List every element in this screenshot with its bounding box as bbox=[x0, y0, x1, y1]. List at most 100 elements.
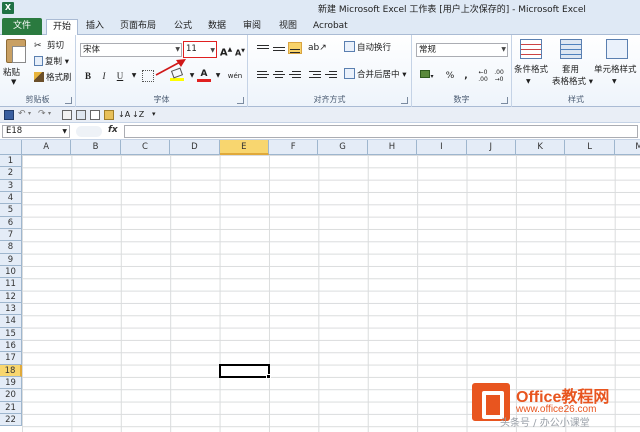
row-header[interactable]: 11 bbox=[0, 278, 22, 291]
paste-icon[interactable] bbox=[6, 39, 26, 63]
font-color-button[interactable]: A bbox=[197, 67, 211, 82]
column-header[interactable]: M bbox=[614, 140, 640, 155]
row-header[interactable]: 2 bbox=[0, 167, 22, 180]
copy-button[interactable]: 复制 ▾ bbox=[34, 55, 69, 69]
open-folder-icon[interactable] bbox=[104, 110, 114, 120]
cut-button[interactable]: ✂ 剪切 bbox=[34, 39, 64, 53]
paste-button[interactable]: 粘贴 bbox=[3, 66, 20, 78]
conditional-format-button[interactable]: 条件格式 bbox=[514, 63, 548, 77]
increase-indent-icon[interactable] bbox=[324, 69, 338, 81]
dialog-launcher-icon[interactable] bbox=[237, 97, 244, 104]
print-icon[interactable] bbox=[76, 110, 86, 120]
chevron-down-icon[interactable]: ▼ bbox=[11, 78, 16, 86]
row-header[interactable]: 6 bbox=[0, 216, 22, 229]
tab-review[interactable]: 审阅 bbox=[237, 19, 267, 35]
conditional-format-icon[interactable] bbox=[520, 39, 542, 59]
row-header[interactable]: 8 bbox=[0, 241, 22, 254]
tab-data[interactable]: 数据 bbox=[202, 19, 232, 35]
formula-input[interactable] bbox=[124, 125, 638, 138]
format-painter-button[interactable]: 格式刷 bbox=[34, 71, 72, 85]
increase-decimal-icon[interactable]: ←0.00 bbox=[476, 69, 490, 83]
italic-button[interactable]: I bbox=[97, 69, 111, 83]
percent-button[interactable]: % bbox=[443, 69, 457, 83]
sort-descending-icon[interactable]: ↓Z bbox=[132, 110, 144, 120]
row-header[interactable]: 9 bbox=[0, 253, 22, 266]
row-header[interactable]: 7 bbox=[0, 228, 22, 242]
fill-handle[interactable] bbox=[266, 373, 271, 379]
column-header[interactable]: I bbox=[417, 140, 467, 155]
tab-view[interactable]: 视图 bbox=[273, 19, 303, 35]
shrink-font-button[interactable]: A▼ bbox=[233, 44, 247, 58]
undo-icon[interactable]: ↶ bbox=[18, 110, 28, 120]
cell-styles-icon[interactable] bbox=[606, 39, 628, 59]
column-header[interactable]: H bbox=[367, 140, 418, 155]
chevron-down-icon[interactable]: ▼ bbox=[127, 69, 141, 83]
align-left-icon[interactable] bbox=[256, 69, 270, 81]
row-header[interactable]: 15 bbox=[0, 327, 22, 340]
excel-app-icon[interactable]: X bbox=[2, 2, 14, 14]
row-header[interactable]: 16 bbox=[0, 339, 22, 353]
column-header[interactable]: D bbox=[170, 140, 220, 155]
column-header[interactable]: F bbox=[269, 140, 319, 155]
chevron-down-icon[interactable]: ▾ bbox=[28, 110, 38, 120]
chevron-down-icon[interactable]: ▼ bbox=[612, 75, 617, 89]
tab-acrobat[interactable]: Acrobat bbox=[307, 19, 354, 35]
tab-page-layout[interactable]: 页面布局 bbox=[114, 19, 162, 35]
row-header[interactable]: 13 bbox=[0, 302, 22, 316]
align-top-icon[interactable] bbox=[256, 43, 270, 55]
sort-ascending-icon[interactable]: ↓A bbox=[118, 110, 130, 120]
row-header[interactable]: 20 bbox=[0, 389, 22, 402]
row-header[interactable]: 4 bbox=[0, 191, 22, 205]
row-header[interactable]: 1 bbox=[0, 155, 22, 168]
tab-file[interactable]: 文件 bbox=[2, 18, 42, 35]
comma-button[interactable]: , bbox=[459, 69, 473, 83]
column-header[interactable]: K bbox=[516, 140, 566, 155]
phonetic-button[interactable]: wén bbox=[226, 69, 244, 83]
chevron-down-icon[interactable]: ▼ bbox=[526, 75, 531, 89]
grow-font-button[interactable]: A▲ bbox=[219, 43, 233, 58]
dialog-launcher-icon[interactable] bbox=[401, 97, 408, 104]
column-header[interactable]: L bbox=[565, 140, 615, 155]
redo-icon[interactable]: ↷ bbox=[38, 110, 48, 120]
row-header[interactable]: 12 bbox=[0, 290, 22, 303]
insert-function-button[interactable]: fx bbox=[108, 125, 118, 135]
row-header[interactable]: 3 bbox=[0, 179, 22, 192]
row-header[interactable]: 5 bbox=[0, 204, 22, 217]
merge-center-button[interactable]: 合并后居中 ▾ bbox=[344, 68, 406, 82]
align-center-icon[interactable] bbox=[272, 69, 286, 81]
row-header[interactable]: 18 bbox=[0, 364, 22, 377]
tab-insert[interactable]: 插入 bbox=[80, 19, 110, 35]
tab-formulas[interactable]: 公式 bbox=[168, 19, 198, 35]
column-header[interactable]: B bbox=[71, 140, 121, 155]
currency-button[interactable]: ▾ bbox=[418, 69, 436, 83]
number-format-combo[interactable]: 常规 ▼ bbox=[416, 43, 508, 57]
column-header[interactable]: C bbox=[120, 140, 171, 155]
tab-home[interactable]: 开始 bbox=[46, 19, 79, 36]
save-icon[interactable] bbox=[4, 110, 14, 120]
align-right-icon[interactable] bbox=[288, 69, 302, 81]
underline-button[interactable]: U bbox=[113, 69, 127, 83]
chevron-down-icon[interactable]: ▾ bbox=[48, 110, 58, 120]
column-header[interactable]: G bbox=[318, 140, 368, 155]
active-cell[interactable] bbox=[218, 363, 270, 378]
align-middle-icon[interactable] bbox=[272, 43, 286, 55]
row-header[interactable]: 19 bbox=[0, 376, 22, 390]
bold-button[interactable]: B bbox=[81, 69, 95, 83]
decrease-indent-icon[interactable] bbox=[308, 69, 322, 81]
decrease-decimal-icon[interactable]: .00 →0 bbox=[492, 69, 506, 83]
name-box[interactable]: E18 ▼ bbox=[2, 125, 70, 138]
select-all-corner[interactable] bbox=[0, 140, 22, 155]
row-header[interactable]: 10 bbox=[0, 265, 22, 279]
dialog-launcher-icon[interactable] bbox=[501, 97, 508, 104]
row-header[interactable]: 21 bbox=[0, 401, 22, 414]
row-header[interactable]: 17 bbox=[0, 352, 22, 365]
align-bottom-icon[interactable] bbox=[288, 42, 302, 54]
new-file-icon[interactable] bbox=[90, 110, 100, 120]
column-header[interactable]: J bbox=[466, 140, 516, 155]
column-header[interactable]: E bbox=[219, 140, 269, 155]
orientation-icon[interactable]: ab↗ bbox=[308, 43, 327, 55]
format-table-button[interactable]: 表格格式 ▾ bbox=[552, 75, 593, 89]
chevron-down-icon[interactable]: ▼ bbox=[211, 69, 225, 83]
row-header[interactable]: 22 bbox=[0, 413, 22, 427]
format-table-icon[interactable] bbox=[560, 39, 582, 59]
